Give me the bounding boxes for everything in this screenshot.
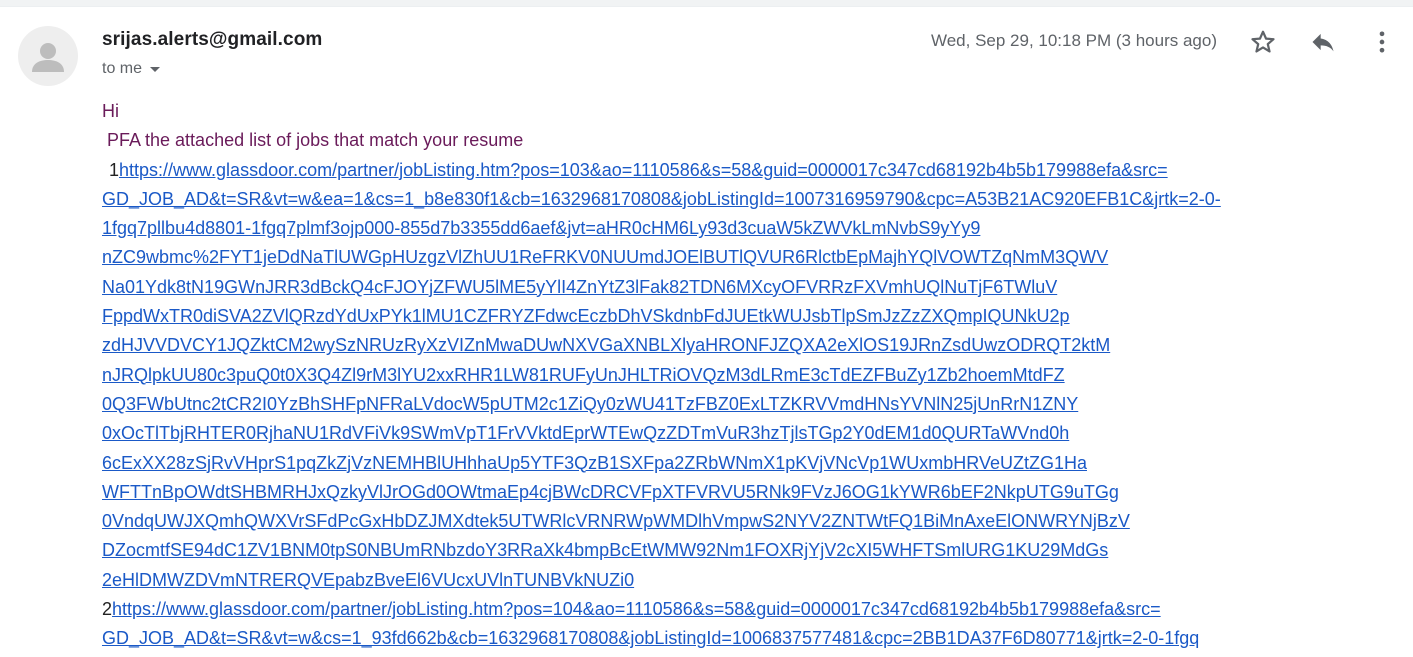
job-link-line: 6cExXX28zSjRvVHprS1pqZkZjVzNEMHBlUHhhaUp… [102,452,1087,473]
job-link-line: 0Q3FWbUtnc2tCR2I0YzBhSHFpNFRaLVdocW5pUTM… [102,393,1079,414]
job-link-line: DZocmtfSE94dC1ZV1BNM0tpS0NBUmRNbzdoY3RRa… [102,540,1109,561]
job-link-line: 0xOcTlTbjRHTER0RjhaNU1RdVFiVk9SWmVpT1FrV… [102,423,1070,444]
job-link-line: 0VndqUWJXQmhQWXVrSFdPcGxHbDZJMXdtek5UTWR… [102,511,1130,532]
person-icon [32,43,64,72]
job-link-line: FppdWxTR0diSVA2ZVlQRzdYdUxPYk1lMU1CZFRYZ… [102,306,1070,327]
star-icon [1251,30,1275,53]
email-body: Hi PFA the attached list of jobs that ma… [102,97,1342,654]
sender-avatar[interactable] [18,26,78,86]
job-link[interactable]: 1https://www.glassdoor.com/partner/jobLi… [102,156,1342,595]
recipient-details-toggle[interactable]: to me [102,60,161,78]
job-link-line: zdHJVVDVCY1JQZktCM2wySzNRUzRyXzVIZnMwaDU… [102,335,1111,356]
sender-email[interactable]: srijas.alerts@gmail.com [102,29,322,51]
email-date: Wed, Sep 29, 10:18 PM (3 hours ago) [930,31,1217,50]
job-link[interactable]: 2https://www.glassdoor.com/partner/jobLi… [102,595,1342,654]
job-entry: 1https://www.glassdoor.com/partner/jobLi… [102,156,1342,595]
job-link-line: 1fgq7pllbu4d8801-1fgq7plmf3ojp000-855d7b… [102,218,981,239]
greeting-text: Hi [102,101,119,121]
job-number: 2 [102,599,113,620]
job-link-line: Na01Ydk8tN19GWnJRR3dBckQ4cFJOYjZFWU5lME5… [102,276,1058,297]
job-link-line: https://www.glassdoor.com/partner/jobLis… [112,599,1161,620]
star-button[interactable] [1248,27,1278,57]
job-link-line: nJRQlpkUU80c3puQ0t0X3Q4Zl9rM3lYU2xxRHR1L… [102,364,1065,385]
header-divider [0,0,1413,7]
recipient-label: to me [102,60,143,77]
job-number: 1 [109,159,120,180]
job-entry: 2https://www.glassdoor.com/partner/jobLi… [102,595,1342,654]
job-link-line: WFTTnBpOWdtSHBMRHJxQzkyVlJrOGd0OWtmaEp4c… [102,481,1119,502]
reply-button[interactable] [1308,27,1338,57]
reply-icon [1312,33,1334,52]
chevron-down-icon [150,66,161,72]
job-link-line: GD_JOB_AD&t=SR&vt=w&cs=1_93fd662b&cb=163… [102,628,1200,649]
job-link-line: GD_JOB_AD&t=SR&vt=w&ea=1&cs=1_b8e830f1&c… [102,188,1221,209]
job-link-line: 2eHlDMWZDVmNTRERQVEpabzBveEl6VUcxUVlnTUN… [102,569,635,590]
job-link-line: nZC9wbmc%2FYT1jeDdNaTlUWGpHUzgzVlZhUU1Re… [102,247,1109,268]
job-link-line: https://www.glassdoor.com/partner/jobLis… [119,159,1168,180]
more-options-button[interactable] [1367,27,1397,57]
more-vert-icon [1379,31,1385,53]
intro-text: PFA the attached list of jobs that match… [102,130,524,151]
